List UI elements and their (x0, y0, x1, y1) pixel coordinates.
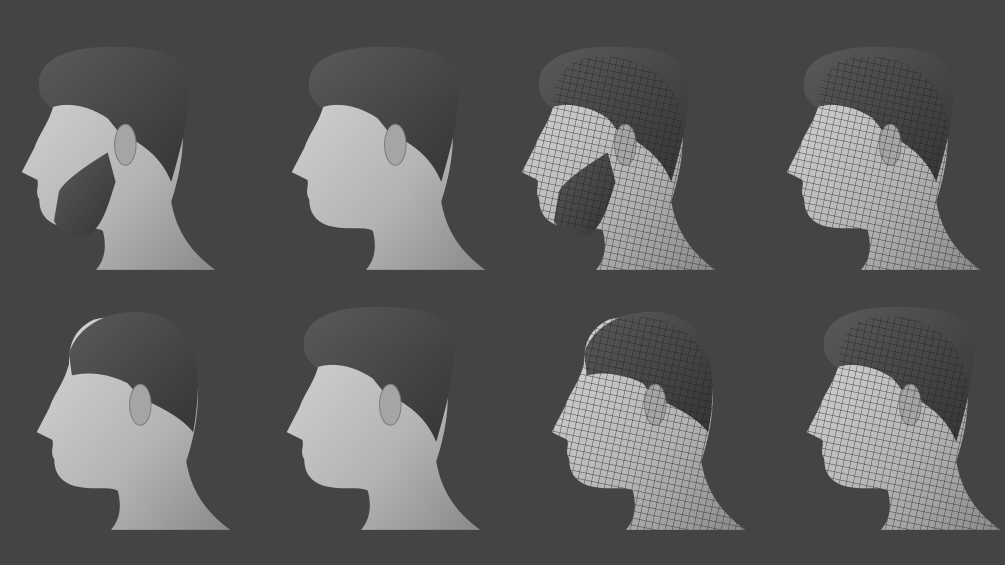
head-render-beard (22, 47, 216, 270)
head-wireframe-pompadour (807, 307, 1001, 530)
head-wireframe-short-hair (552, 312, 746, 530)
head-wireframe-beard (522, 47, 716, 270)
head-wireframe-clean (787, 47, 981, 270)
head-render-sheet (0, 0, 1005, 565)
head-render-pompadour (287, 307, 481, 530)
head-render-short-hair (37, 312, 231, 530)
head-render-clean (292, 47, 486, 270)
